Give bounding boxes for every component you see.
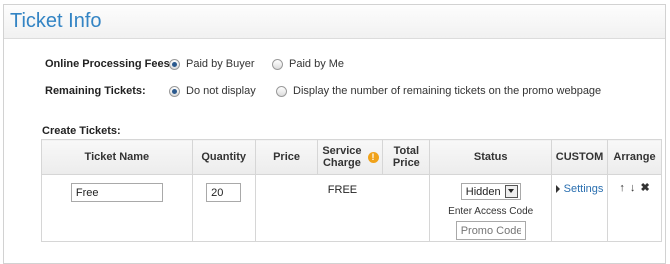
table-row: FREE Hidden Enter Access Code Settings ↑… [41, 174, 662, 242]
fees-label: Online Processing Fees: [45, 58, 174, 70]
table-header-row: Ticket Name Quantity Price Service Charg… [41, 139, 662, 175]
col-total-price: Total Price [382, 139, 431, 175]
col-quantity: Quantity [191, 139, 256, 175]
remaining-display-label: Display the number of remaining tickets … [293, 85, 602, 97]
arrow-down-icon[interactable]: ↓ [630, 182, 636, 194]
col-ticket-name: Ticket Name [41, 139, 193, 175]
panel-title: Ticket Info [10, 10, 102, 32]
cell-quantity [191, 174, 256, 242]
fees-buyer-label: Paid by Buyer [186, 58, 255, 70]
col-custom: CUSTOM [551, 139, 609, 175]
delete-x-icon[interactable]: ✖ [640, 181, 649, 194]
col-arrange: Arrange [607, 139, 662, 175]
status-select-value: Hidden [465, 185, 501, 198]
col-service-charge: Service Charge ! [317, 139, 384, 175]
expand-triangle-icon [555, 185, 560, 194]
chevron-down-icon [504, 185, 518, 198]
remaining-option-display[interactable]: Display the number of remaining tickets … [276, 85, 601, 97]
service-header-line1: Service [322, 145, 362, 157]
service-header-line2: Charge [322, 157, 361, 169]
panel-header: Ticket Info [4, 5, 665, 39]
tickets-table: Ticket Name Quantity Price Service Charg… [41, 139, 662, 242]
arrow-up-icon[interactable]: ↑ [619, 182, 625, 194]
ticket-name-input[interactable] [70, 183, 163, 202]
price-free-text: FREE [327, 184, 358, 196]
access-code-label: Enter Access Code [448, 206, 534, 217]
remaining-label: Remaining Tickets: [45, 85, 146, 97]
fees-buyer-radio[interactable] [169, 58, 180, 70]
total-header-line2: Price [392, 157, 420, 169]
promo-code-input[interactable] [455, 221, 526, 240]
fees-me-label: Paid by Me [289, 58, 345, 70]
col-price: Price [254, 139, 319, 175]
cell-ticket-name [41, 174, 193, 242]
cell-custom: Settings [551, 174, 609, 242]
cell-status: Hidden Enter Access Code [429, 174, 553, 242]
create-tickets-label: Create Tickets: [42, 125, 121, 137]
remaining-display-radio[interactable] [276, 85, 287, 97]
fees-me-radio[interactable] [272, 58, 283, 70]
remaining-hide-label: Do not display [186, 85, 256, 97]
quantity-input[interactable] [206, 183, 242, 202]
col-status: Status [429, 139, 553, 175]
status-select[interactable]: Hidden [460, 183, 521, 200]
settings-link[interactable]: Settings [564, 183, 604, 195]
cell-price-summary: FREE [254, 174, 431, 242]
total-header-line1: Total [393, 145, 420, 157]
cell-arrange: ↑ ↓ ✖ [607, 174, 662, 242]
fees-option-buyer[interactable]: Paid by Buyer [169, 58, 254, 70]
fees-option-me[interactable]: Paid by Me [272, 58, 344, 70]
remaining-hide-radio[interactable] [169, 85, 180, 97]
remaining-option-hide[interactable]: Do not display [169, 85, 256, 97]
info-icon[interactable]: ! [367, 151, 379, 163]
